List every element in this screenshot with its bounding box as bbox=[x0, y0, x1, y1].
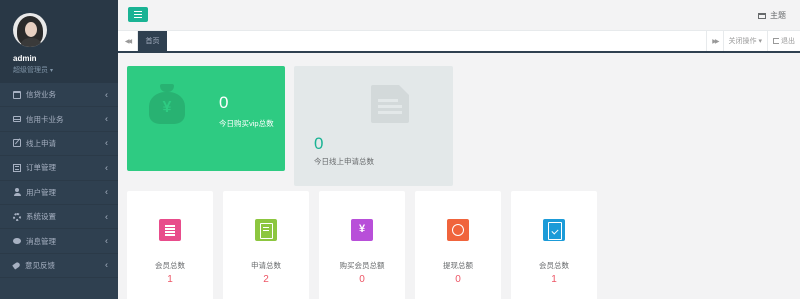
user-icon bbox=[13, 188, 21, 197]
clipboard-check-icon bbox=[543, 219, 565, 241]
card-label: 提现总额 bbox=[443, 261, 473, 270]
backward-icon: ◀◀ bbox=[124, 38, 132, 45]
money-bag-icon: ¥ bbox=[149, 84, 185, 124]
credit-card-icon bbox=[13, 116, 21, 123]
avatar[interactable] bbox=[13, 13, 47, 47]
card-label: 会员总数 bbox=[539, 261, 569, 270]
sidebar-item-label: 意见反馈 bbox=[25, 260, 55, 270]
profile-panel: admin 超级管理员 ▾ bbox=[0, 0, 118, 83]
tab-bar: ◀◀ 首页 ▶▶ 关闭操作 ▾ 退出 bbox=[118, 31, 800, 53]
sidebar-item-label: 线上申请 bbox=[26, 138, 56, 148]
card-value: 0 bbox=[359, 274, 365, 285]
edit-icon bbox=[13, 139, 21, 148]
chevron-left-icon: ‹ bbox=[105, 259, 108, 270]
card-applications-total: 申请总数 2 bbox=[223, 191, 309, 299]
card-value: 1 bbox=[167, 274, 173, 285]
money-bag-icon bbox=[351, 219, 373, 241]
tag-icon bbox=[12, 261, 21, 270]
close-operations-dropdown[interactable]: 关闭操作 ▾ bbox=[722, 31, 767, 51]
sidebar: admin 超级管理员 ▾ 信贷业务 ‹ 信用卡业务 ‹ 线上申请 ‹ 订单管理… bbox=[0, 0, 118, 299]
theme-label: 主题 bbox=[770, 11, 786, 20]
forward-icon: ▶▶ bbox=[712, 38, 719, 45]
tab-scroll-left-button[interactable]: ◀◀ bbox=[118, 31, 138, 51]
document-icon bbox=[371, 85, 409, 123]
card-value: 2 bbox=[263, 274, 269, 285]
comment-icon bbox=[13, 237, 21, 245]
main-content: ¥ 0 今日购买vip总数 0 今日线上申请总数 会员总数 1 申请总数 2 购… bbox=[118, 53, 800, 299]
card-membership-purchase-total: 购买会员总额 0 bbox=[319, 191, 405, 299]
vip-today-label: 今日购买vip总数 bbox=[219, 119, 274, 128]
sidebar-item-label: 消息管理 bbox=[26, 236, 56, 246]
chevron-left-icon: ‹ bbox=[105, 113, 108, 124]
card-label: 购买会员总额 bbox=[339, 261, 385, 270]
list-icon bbox=[13, 163, 21, 172]
sidebar-item-label: 信贷业务 bbox=[26, 90, 56, 100]
online-apply-today-label: 今日线上申请总数 bbox=[314, 157, 374, 166]
card-label: 会员总数 bbox=[155, 261, 185, 270]
vip-today-value: 0 bbox=[219, 93, 229, 112]
profile-name: admin bbox=[13, 54, 37, 63]
tab-scroll-right-button[interactable]: ▶▶ bbox=[706, 31, 722, 51]
sidebar-item-label: 用户管理 bbox=[26, 187, 56, 197]
sidebar-item-settings[interactable]: 系统设置 ‹ bbox=[0, 205, 118, 230]
chevron-left-icon: ‹ bbox=[105, 137, 108, 148]
sidebar-item-messages[interactable]: 消息管理 ‹ bbox=[0, 229, 118, 254]
sidebar-item-label: 系统设置 bbox=[26, 212, 56, 222]
tab-home[interactable]: 首页 bbox=[138, 31, 167, 51]
card-value: 1 bbox=[551, 274, 557, 285]
sidebar-item-label: 信用卡业务 bbox=[26, 114, 64, 124]
online-apply-today-value: 0 bbox=[314, 134, 324, 153]
logout-icon bbox=[773, 38, 779, 44]
chevron-left-icon: ‹ bbox=[105, 186, 108, 197]
online-apply-today-widget: 0 今日线上申请总数 bbox=[294, 66, 453, 186]
sidebar-item-online-apply[interactable]: 线上申请 ‹ bbox=[0, 132, 118, 157]
calendar-icon bbox=[13, 90, 21, 99]
chevron-left-icon: ‹ bbox=[105, 211, 108, 222]
sidebar-item-feedback[interactable]: 意见反馈 ‹ bbox=[0, 254, 118, 279]
logout-label: 退出 bbox=[781, 38, 795, 45]
card-members-total-2: 会员总数 1 bbox=[511, 191, 597, 299]
refresh-coin-icon bbox=[447, 219, 469, 241]
tab-actions: ▶▶ 关闭操作 ▾ 退出 bbox=[706, 31, 800, 51]
close-operations-label: 关闭操作 ▾ bbox=[728, 38, 762, 45]
caret-down-icon: ▾ bbox=[49, 68, 53, 74]
sidebar-item-label: 订单管理 bbox=[26, 163, 56, 173]
profile-role-dropdown[interactable]: 超级管理员 ▾ bbox=[13, 65, 53, 75]
notebook-icon bbox=[255, 219, 277, 241]
theme-icon bbox=[758, 12, 766, 19]
theme-button[interactable]: 主题 bbox=[758, 10, 786, 21]
logout-button[interactable]: 退出 bbox=[767, 31, 800, 51]
sidebar-item-credit-business[interactable]: 信贷业务 ‹ bbox=[0, 83, 118, 108]
chevron-left-icon: ‹ bbox=[105, 162, 108, 173]
document-icon bbox=[159, 219, 181, 241]
chevron-left-icon: ‹ bbox=[105, 89, 108, 100]
profile-role: 超级管理员 bbox=[13, 67, 48, 74]
sidebar-item-users[interactable]: 用户管理 ‹ bbox=[0, 181, 118, 205]
card-label: 申请总数 bbox=[251, 261, 281, 270]
tab-label: 首页 bbox=[145, 38, 160, 45]
gears-icon bbox=[13, 212, 21, 221]
sidebar-item-credit-card[interactable]: 信用卡业务 ‹ bbox=[0, 107, 118, 132]
card-value: 0 bbox=[455, 274, 461, 285]
vip-today-widget: ¥ 0 今日购买vip总数 bbox=[127, 66, 285, 171]
card-withdrawal-total: 提现总额 0 bbox=[415, 191, 501, 299]
chevron-left-icon: ‹ bbox=[105, 235, 108, 246]
menu-toggle-button[interactable] bbox=[128, 7, 148, 22]
sidebar-menu: 信贷业务 ‹ 信用卡业务 ‹ 线上申请 ‹ 订单管理 ‹ 用户管理 ‹ 系统设置… bbox=[0, 83, 118, 279]
sidebar-item-orders[interactable]: 订单管理 ‹ bbox=[0, 156, 118, 181]
top-navbar: 主题 bbox=[118, 0, 800, 31]
card-members-total: 会员总数 1 bbox=[127, 191, 213, 299]
